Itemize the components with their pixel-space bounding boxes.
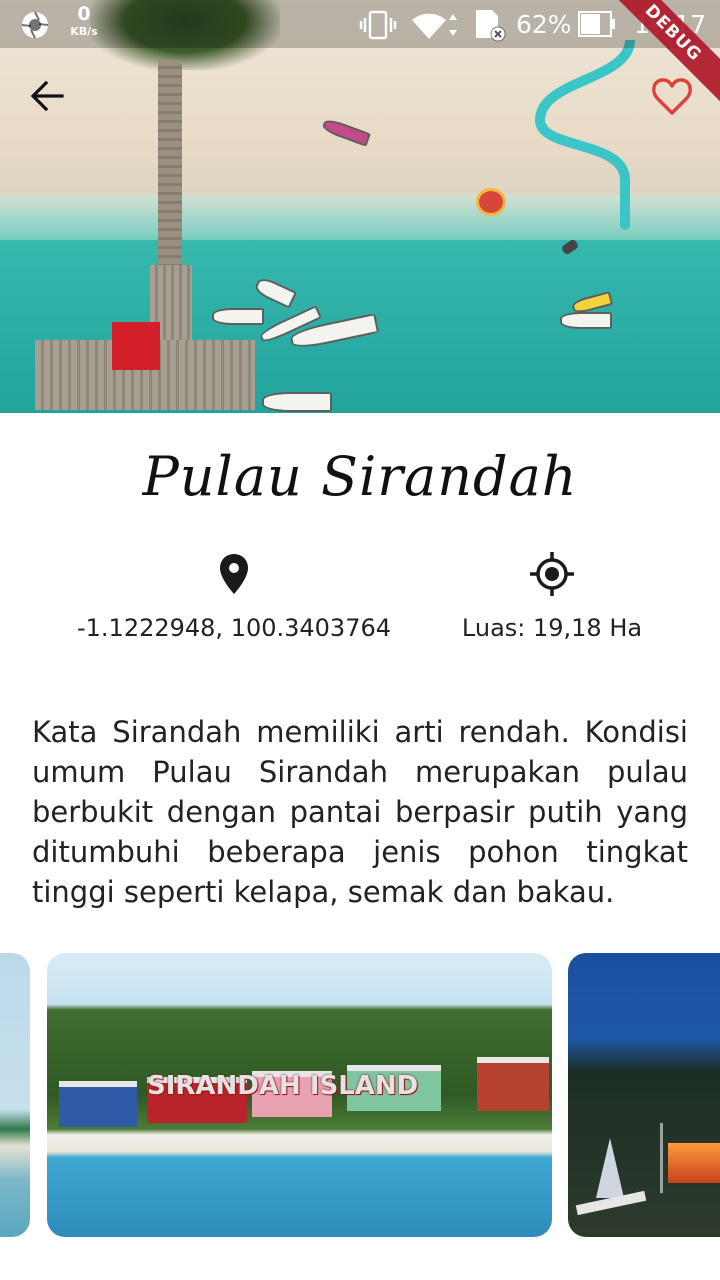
favorite-button[interactable]: [650, 74, 694, 118]
map-pin-icon: [220, 554, 248, 594]
hut: [59, 1081, 137, 1127]
gallery-photo-next[interactable]: [568, 953, 720, 1237]
battery-percent: 62%: [516, 10, 572, 39]
boat: [262, 392, 332, 412]
beach-umbrella: [596, 1138, 624, 1198]
sd-card-icon: [476, 10, 506, 42]
boat: [560, 312, 612, 329]
boat: [212, 308, 264, 325]
gallery-photo-current[interactable]: SIRANDAH ISLAND: [47, 953, 552, 1237]
coordinates-info: -1.1222948, 100.3403764: [54, 550, 414, 642]
wifi-icon: [412, 13, 457, 39]
vibrate-icon: [359, 10, 397, 40]
arrow-left-icon: [30, 80, 64, 112]
island-sign: SIRANDAH ISLAND: [147, 1071, 419, 1101]
area-info: Luas: 19,18 Ha: [372, 550, 720, 642]
red-roof: [112, 322, 160, 370]
lamp-post: [660, 1123, 663, 1193]
heart-outline-icon: [652, 78, 692, 115]
area-text: Luas: 19,18 Ha: [461, 614, 643, 642]
battery-icon: [578, 11, 615, 37]
hero-image: [0, 0, 720, 413]
coordinates-text: -1.1222948, 100.3403764: [76, 614, 392, 642]
place-title: Pulau Sirandah: [142, 445, 578, 508]
water-slide: [534, 40, 635, 230]
back-button[interactable]: [26, 74, 70, 118]
network-speed-unit: KB/s: [70, 25, 98, 38]
gallery-photo-previous[interactable]: [0, 953, 30, 1237]
network-speed-value: 0: [77, 3, 91, 25]
status-bar: 0 KB/s 62% 19:17: [0, 0, 720, 48]
description-text: Kata Sirandah memiliki arti rendah. Kond…: [32, 715, 688, 909]
crosshair-icon: [530, 552, 574, 596]
photo-gallery[interactable]: SIRANDAH ISLAND: [0, 953, 720, 1237]
network-speed: 0 KB/s: [66, 3, 102, 40]
float-ring: [476, 188, 506, 216]
shutter-icon: [21, 11, 49, 39]
hut: [477, 1057, 549, 1111]
lit-building: [668, 1143, 720, 1183]
